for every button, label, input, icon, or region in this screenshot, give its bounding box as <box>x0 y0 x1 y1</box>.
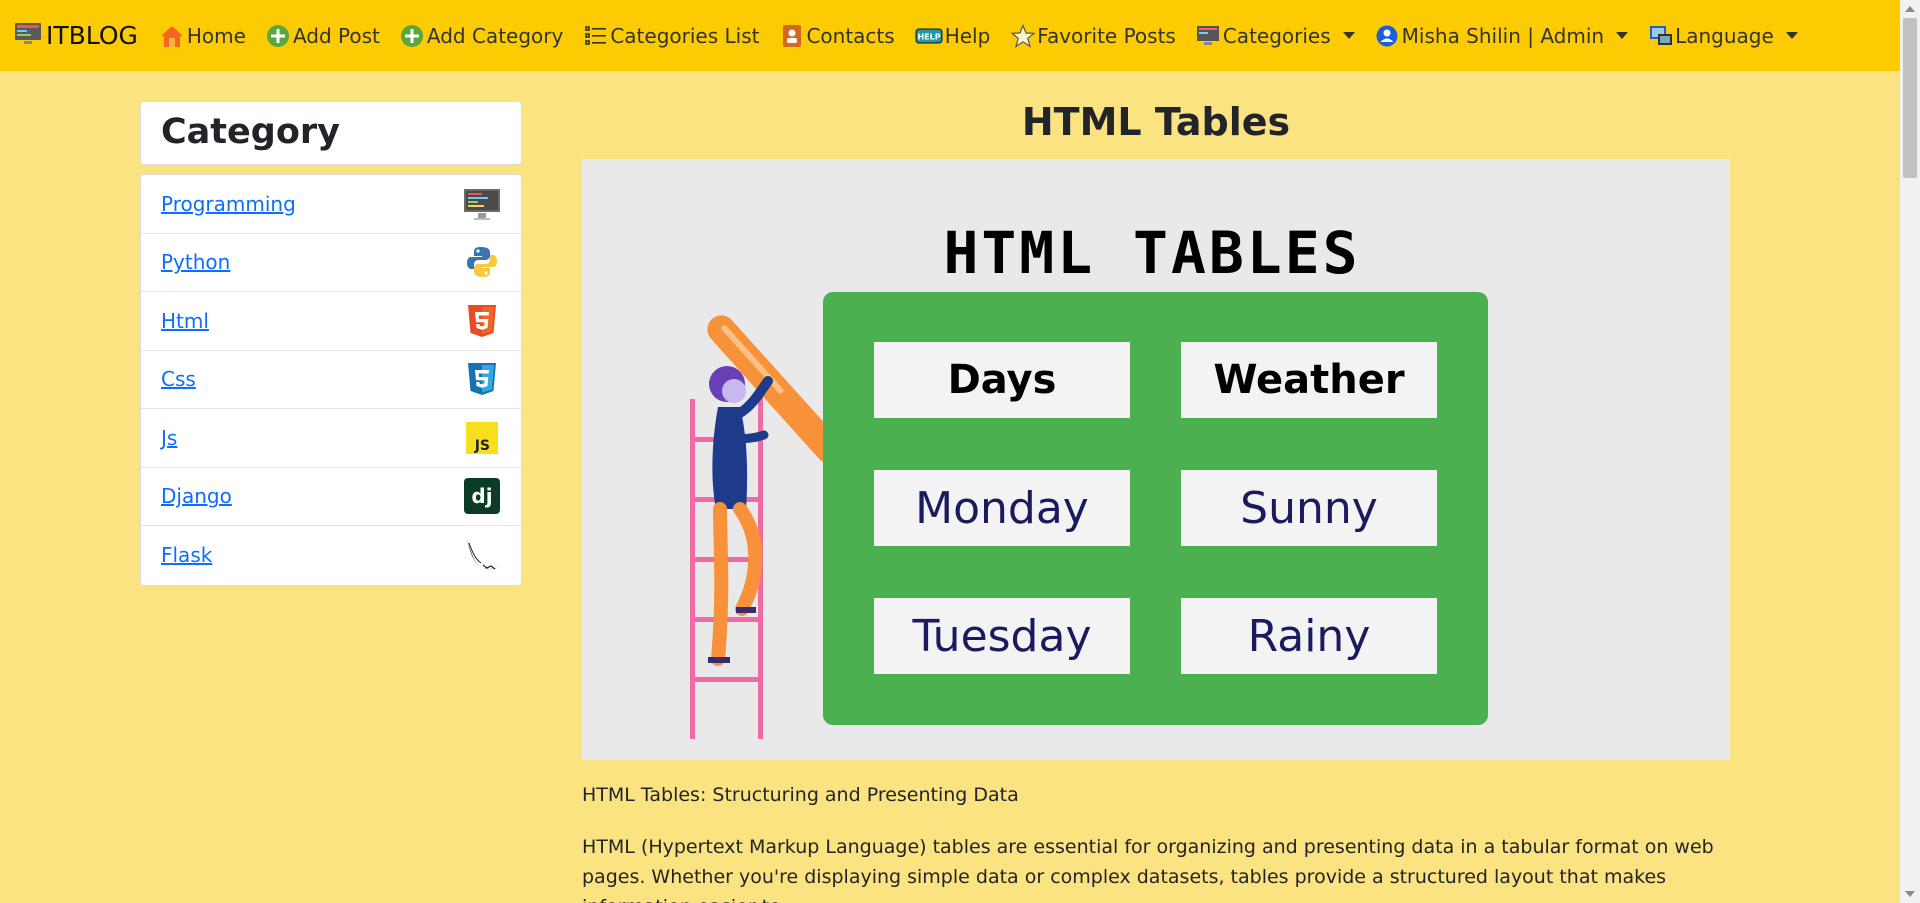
plus-circle-icon <box>266 23 291 48</box>
image-heading: HTML TABLES <box>943 219 1361 287</box>
svg-text:JS: JS <box>474 438 490 454</box>
nav-language-dropdown-label: Language <box>1675 23 1774 48</box>
svg-text:dj: dj <box>471 484 492 508</box>
category-link[interactable]: Django <box>161 484 232 508</box>
js-icon: JS <box>463 419 501 457</box>
category-item-programming: Programming <box>141 175 521 234</box>
nav-home-label: Home <box>186 23 246 48</box>
category-link[interactable]: Html <box>161 309 209 333</box>
star-icon <box>1010 23 1035 48</box>
nav-help[interactable]: HELP Help <box>915 23 991 48</box>
nav-user-dropdown-label: Misha Shilin | Admin <box>1401 23 1605 48</box>
nav-categories-list-label: Categories List <box>610 23 760 48</box>
nav-favorite-posts[interactable]: Favorite Posts <box>1010 23 1176 48</box>
nav-contacts-label: Contacts <box>806 23 895 48</box>
chevron-down-icon <box>1342 32 1355 39</box>
category-list: Programming Python Html Css Js JS Django… <box>140 174 522 586</box>
list-icon <box>583 23 608 48</box>
css3-icon <box>463 360 501 398</box>
category-link[interactable]: Programming <box>161 192 296 216</box>
chevron-down-icon <box>1616 32 1629 39</box>
brand-logo[interactable]: ITBLOG <box>14 21 138 51</box>
nav-categories-list[interactable]: Categories List <box>583 23 759 48</box>
table-cell-header: Weather <box>1181 342 1437 418</box>
django-icon: dj <box>463 477 501 515</box>
category-link[interactable]: Python <box>161 250 230 274</box>
nav-categories-dropdown-label: Categories <box>1222 23 1331 48</box>
contacts-book-icon <box>779 23 804 48</box>
nav-add-category-label: Add Category <box>426 23 564 48</box>
nav-home[interactable]: Home <box>160 23 246 48</box>
nav-help-label: Help <box>944 23 991 48</box>
monitor-icon <box>14 21 44 51</box>
nav-favorite-posts-label: Favorite Posts <box>1037 23 1176 48</box>
table-cell: Tuesday <box>874 598 1130 674</box>
home-icon <box>160 23 185 48</box>
plus-circle-icon <box>400 23 425 48</box>
python-icon <box>463 243 501 281</box>
post-subtitle: HTML Tables: Structuring and Presenting … <box>582 784 1019 806</box>
page-scrollbar[interactable] <box>1900 0 1920 903</box>
chevron-down-icon <box>1785 32 1798 39</box>
scroll-down-arrow-icon[interactable] <box>1905 891 1915 897</box>
category-heading: Category <box>161 112 340 152</box>
user-icon <box>1375 23 1400 48</box>
nav-contacts[interactable]: Contacts <box>779 23 895 48</box>
post-body: HTML (Hypertext Markup Language) tables … <box>582 836 1714 903</box>
category-link[interactable]: Css <box>161 367 196 391</box>
nav-categories-dropdown[interactable]: Categories <box>1196 23 1355 48</box>
category-link[interactable]: Flask <box>161 543 212 567</box>
category-item-flask: Flask <box>141 526 521 585</box>
table-cell: Rainy <box>1181 598 1437 674</box>
category-item-html: Html <box>141 292 521 351</box>
scrollbar-thumb[interactable] <box>1903 18 1917 178</box>
table-cell-header: Days <box>874 342 1130 418</box>
flask-icon <box>463 536 501 574</box>
help-icon: HELP <box>915 23 943 48</box>
nav-add-post[interactable]: Add Post <box>266 23 380 48</box>
category-link[interactable]: Js <box>161 426 177 450</box>
category-item-django: Django dj <box>141 468 521 526</box>
post-title: HTML Tables <box>1021 100 1291 144</box>
post-image: HTML TABLES Days Weather Monday Sunny Tu… <box>582 159 1730 760</box>
scroll-up-arrow-icon[interactable] <box>1905 6 1915 12</box>
nav-language-dropdown[interactable]: Language <box>1648 23 1798 48</box>
html5-icon <box>463 302 501 340</box>
table-cell: Monday <box>874 470 1130 546</box>
category-card-header: Category <box>140 101 522 165</box>
svg-text:HELP: HELP <box>917 32 940 41</box>
category-item-python: Python <box>141 234 521 292</box>
category-item-css: Css <box>141 351 521 409</box>
table-board: Days Weather Monday Sunny Tuesday Rainy <box>823 292 1488 725</box>
brand-text: ITBLOG <box>46 21 138 50</box>
top-navbar: ITBLOG Home Add Post Add Category Catego… <box>0 0 1900 71</box>
monitor-icon <box>1196 23 1221 48</box>
nav-add-post-label: Add Post <box>292 23 380 48</box>
table-cell: Sunny <box>1181 470 1437 546</box>
language-icon <box>1648 23 1673 48</box>
nav-user-dropdown[interactable]: Misha Shilin | Admin <box>1375 23 1629 48</box>
nav-add-category[interactable]: Add Category <box>400 23 563 48</box>
category-item-js: Js JS <box>141 409 521 468</box>
monitor-icon <box>463 185 501 223</box>
